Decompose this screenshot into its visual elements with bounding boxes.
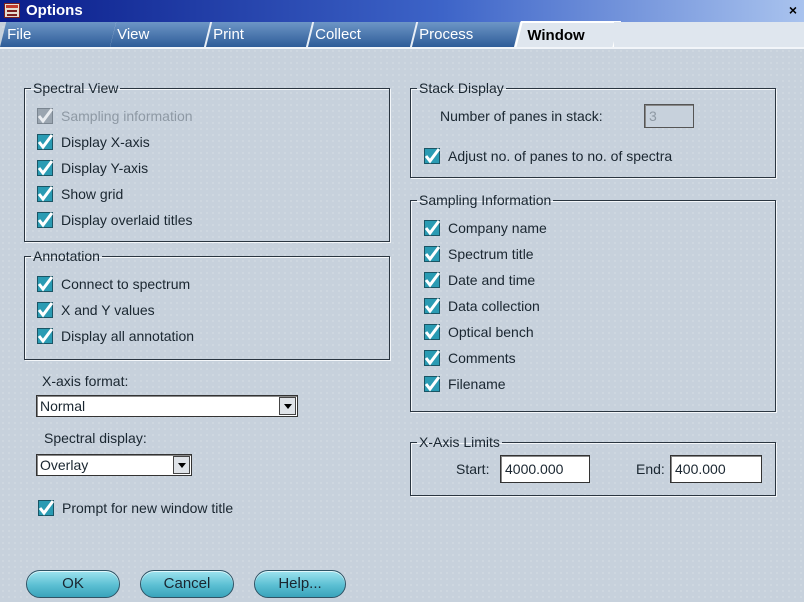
end-input[interactable]: 400.000 xyxy=(670,455,762,483)
check-icon xyxy=(424,350,440,366)
check-icon xyxy=(37,186,53,202)
title-bar[interactable]: Options × xyxy=(0,0,804,22)
tab-view[interactable]: View xyxy=(110,22,213,47)
stack-display-legend: Stack Display xyxy=(419,80,504,96)
check-icon xyxy=(424,148,440,164)
panes-in-stack-label: Number of panes in stack: xyxy=(440,108,603,124)
chevron-down-icon[interactable] xyxy=(173,456,190,474)
ok-button[interactable]: OK xyxy=(26,570,120,598)
check-icon xyxy=(37,212,53,228)
check-icon xyxy=(37,302,53,318)
panes-in-stack-input[interactable]: 3 xyxy=(644,104,694,128)
x-axis-limits-legend: X-Axis Limits xyxy=(419,434,500,450)
check-icon xyxy=(37,160,53,176)
x-axis-format-label: X-axis format: xyxy=(42,373,129,389)
check-icon xyxy=(424,220,440,236)
tab-print[interactable]: Print xyxy=(206,22,315,47)
tab-bar: File View Print Collect Process Window xyxy=(0,21,804,49)
check-icon xyxy=(37,328,53,344)
sampling-information-legend: Sampling Information xyxy=(419,192,552,208)
spectral-display-select[interactable]: Overlay xyxy=(36,454,192,476)
check-icon xyxy=(424,246,440,262)
check-icon xyxy=(424,298,440,314)
start-input[interactable]: 4000.000 xyxy=(500,455,590,483)
spectral-display-label: Spectral display: xyxy=(44,430,147,446)
check-icon xyxy=(37,134,53,150)
x-axis-format-value: Normal xyxy=(40,398,86,414)
options-dialog: Options × File View Print Collect Proces… xyxy=(0,0,804,602)
tab-collect[interactable]: Collect xyxy=(308,22,419,47)
start-label: Start: xyxy=(456,461,490,477)
end-label: End: xyxy=(636,461,665,477)
tab-process[interactable]: Process xyxy=(412,22,523,47)
tab-bar-empty xyxy=(614,22,804,47)
app-icon xyxy=(4,3,20,18)
check-icon xyxy=(424,324,440,340)
tab-window[interactable]: Window xyxy=(514,21,621,49)
help-button[interactable]: Help... xyxy=(254,570,346,598)
close-icon[interactable]: × xyxy=(786,2,800,18)
annotation-legend: Annotation xyxy=(33,248,100,264)
check-icon xyxy=(424,376,440,392)
chevron-down-icon[interactable] xyxy=(279,397,296,415)
check-icon xyxy=(37,276,53,292)
check-icon xyxy=(37,108,53,124)
cancel-button[interactable]: Cancel xyxy=(140,570,234,598)
check-icon xyxy=(424,272,440,288)
x-axis-format-select[interactable]: Normal xyxy=(36,395,298,417)
tab-divider xyxy=(0,47,804,49)
tab-file[interactable]: File xyxy=(0,22,119,47)
spectral-display-value: Overlay xyxy=(40,457,89,473)
spectral-view-legend: Spectral View xyxy=(33,80,119,96)
window-title: Options xyxy=(26,2,83,19)
check-icon xyxy=(38,500,54,516)
